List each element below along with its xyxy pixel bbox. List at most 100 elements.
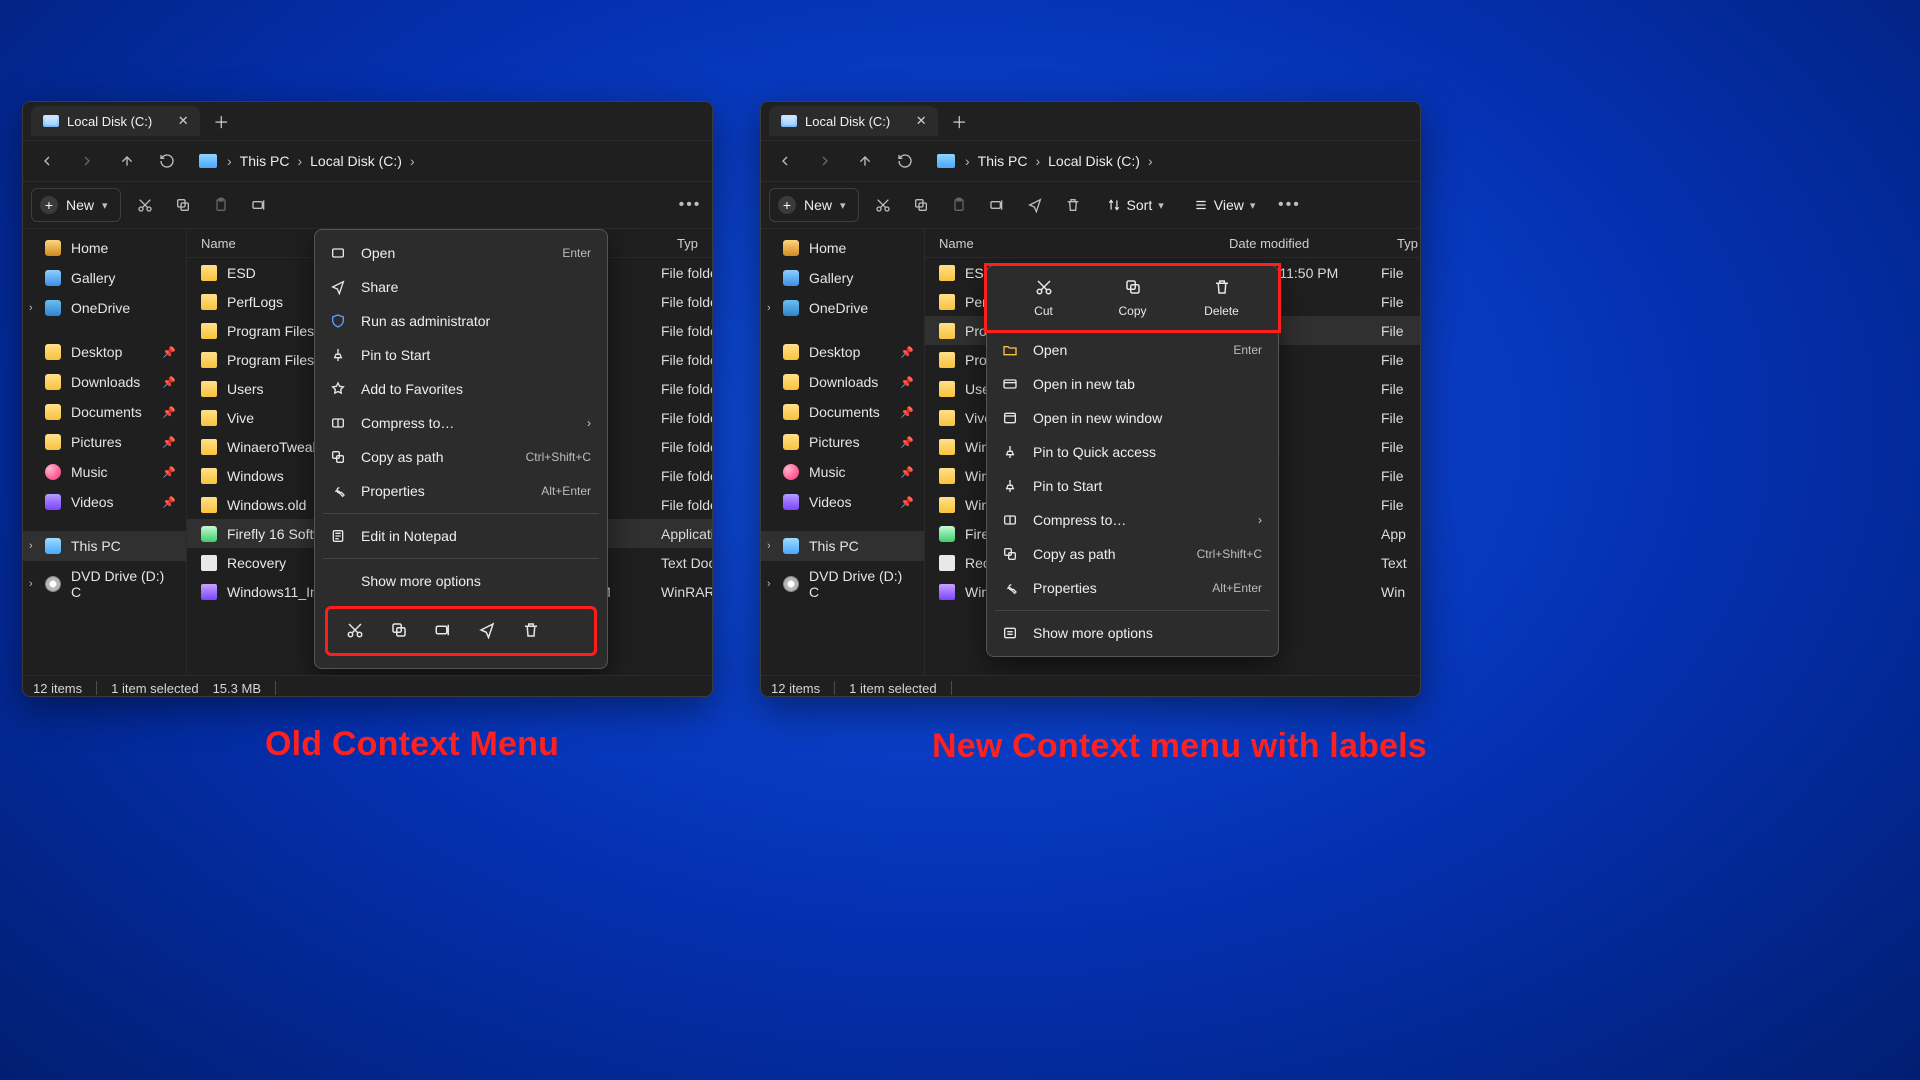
sidebar-item-desktop[interactable]: Desktop📌	[23, 337, 186, 367]
menu-add-favorites[interactable]: Add to Favorites	[315, 372, 607, 406]
refresh-button[interactable]	[153, 147, 181, 175]
sidebar-item-desktop[interactable]: Desktop📌	[761, 337, 924, 367]
up-button[interactable]	[113, 147, 141, 175]
menu-open-tab[interactable]: Open in new tab	[987, 367, 1278, 401]
delete-icon[interactable]	[520, 619, 542, 641]
sidebar-item-videos[interactable]: Videos📌	[23, 487, 186, 517]
refresh-button[interactable]	[891, 147, 919, 175]
menu-properties[interactable]: PropertiesAlt+Enter	[315, 474, 607, 508]
menu-pin-start[interactable]: Pin to Start	[315, 338, 607, 372]
sidebar-item-pictures[interactable]: Pictures📌	[761, 427, 924, 457]
paste-icon[interactable]	[207, 191, 235, 219]
menu-compress[interactable]: Compress to…›	[315, 406, 607, 440]
back-button[interactable]	[33, 147, 61, 175]
cut-icon[interactable]	[869, 191, 897, 219]
col-name[interactable]: Name	[925, 236, 1225, 251]
col-type[interactable]: Typ	[1393, 236, 1420, 251]
menu-pin-start[interactable]: Pin to Start	[987, 469, 1278, 503]
sidebar-item-videos[interactable]: Videos📌	[761, 487, 924, 517]
new-button[interactable]: + New ▾	[769, 188, 859, 222]
menu-compress[interactable]: Compress to…›	[987, 503, 1278, 537]
chevron-right-icon[interactable]: ›	[767, 578, 771, 590]
chevron-down-icon: ▾	[102, 199, 108, 212]
action-copy[interactable]: Copy	[1103, 276, 1163, 318]
menu-copy-path[interactable]: Copy as pathCtrl+Shift+C	[987, 537, 1278, 571]
breadcrumb-this-pc[interactable]: This PC	[240, 153, 290, 169]
tab-new-button[interactable]: ＋	[944, 106, 974, 136]
status-items: 12 items	[771, 681, 820, 696]
col-type[interactable]: Typ	[673, 236, 712, 251]
copy-icon[interactable]	[907, 191, 935, 219]
address-bar[interactable]: › This PC › Local Disk (C:) ›	[199, 153, 419, 169]
forward-button[interactable]	[73, 147, 101, 175]
rename-icon[interactable]	[983, 191, 1011, 219]
sidebar-item-this-pc[interactable]: ›This PC	[23, 531, 186, 561]
chevron-right-icon[interactable]: ›	[29, 302, 33, 314]
menu-open[interactable]: OpenEnter	[987, 333, 1278, 367]
menu-pin-quick[interactable]: Pin to Quick access	[987, 435, 1278, 469]
col-date[interactable]: Date modified	[1225, 236, 1393, 251]
breadcrumb-local-disk[interactable]: Local Disk (C:)	[1048, 153, 1140, 169]
sidebar-item-dvd[interactable]: ›DVD Drive (D:) C	[23, 561, 186, 607]
cut-icon[interactable]	[344, 619, 366, 641]
paste-icon[interactable]	[945, 191, 973, 219]
chevron-right-icon[interactable]: ›	[29, 540, 33, 552]
sidebar-item-music[interactable]: Music📌	[23, 457, 186, 487]
menu-properties[interactable]: PropertiesAlt+Enter	[987, 571, 1278, 605]
sidebar-item-this-pc[interactable]: ›This PC	[761, 531, 924, 561]
back-button[interactable]	[771, 147, 799, 175]
chevron-right-icon[interactable]: ›	[767, 302, 771, 314]
menu-show-more[interactable]: Show more options	[315, 564, 607, 598]
chevron-right-icon: ›	[223, 153, 236, 169]
view-button[interactable]: View▾	[1184, 189, 1266, 221]
copy-icon[interactable]	[169, 191, 197, 219]
up-button[interactable]	[851, 147, 879, 175]
menu-edit-notepad[interactable]: Edit in Notepad	[315, 519, 607, 553]
new-button[interactable]: + New ▾	[31, 188, 121, 222]
sidebar-item-onedrive[interactable]: ›OneDrive	[23, 293, 186, 323]
rename-icon[interactable]	[432, 619, 454, 641]
copy-icon[interactable]	[388, 619, 410, 641]
sidebar-item-home[interactable]: Home	[23, 233, 186, 263]
tab-new-button[interactable]: ＋	[206, 106, 236, 136]
tab-active[interactable]: Local Disk (C:) ✕	[31, 106, 200, 136]
menu-copy-path[interactable]: Copy as pathCtrl+Shift+C	[315, 440, 607, 474]
more-icon[interactable]: •••	[676, 191, 704, 219]
cut-icon[interactable]	[131, 191, 159, 219]
tab-close-icon[interactable]: ✕	[912, 112, 930, 130]
chevron-right-icon[interactable]: ›	[29, 578, 33, 590]
sidebar-item-music[interactable]: Music📌	[761, 457, 924, 487]
sidebar-item-documents[interactable]: Documents📌	[23, 397, 186, 427]
tab-active[interactable]: Local Disk (C:) ✕	[769, 106, 938, 136]
share-icon[interactable]	[476, 619, 498, 641]
sidebar-item-dvd[interactable]: ›DVD Drive (D:) C	[761, 561, 924, 607]
action-delete[interactable]: Delete	[1192, 276, 1252, 318]
breadcrumb-local-disk[interactable]: Local Disk (C:)	[310, 153, 402, 169]
tab-close-icon[interactable]: ✕	[174, 112, 192, 130]
chevron-right-icon[interactable]: ›	[767, 540, 771, 552]
sidebar-item-home[interactable]: Home	[761, 233, 924, 263]
address-bar[interactable]: › This PC › Local Disk (C:) ›	[937, 153, 1157, 169]
action-cut[interactable]: Cut	[1014, 276, 1074, 318]
menu-share[interactable]: Share	[315, 270, 607, 304]
sidebar-item-pictures[interactable]: Pictures📌	[23, 427, 186, 457]
sidebar-item-onedrive[interactable]: ›OneDrive	[761, 293, 924, 323]
sidebar-item-gallery[interactable]: Gallery	[761, 263, 924, 293]
sidebar-item-gallery[interactable]: Gallery	[23, 263, 186, 293]
sort-button[interactable]: Sort▾	[1097, 189, 1174, 221]
delete-icon[interactable]	[1059, 191, 1087, 219]
menu-run-admin[interactable]: Run as administrator	[315, 304, 607, 338]
breadcrumb-this-pc[interactable]: This PC	[978, 153, 1028, 169]
share-icon[interactable]	[1021, 191, 1049, 219]
status-bar: 12 items 1 item selected 15.3 MB	[23, 675, 712, 697]
menu-open-window[interactable]: Open in new window	[987, 401, 1278, 435]
more-icon[interactable]: •••	[1275, 191, 1303, 219]
menu-open[interactable]: OpenEnter	[315, 236, 607, 270]
sidebar-item-downloads[interactable]: Downloads📌	[23, 367, 186, 397]
sidebar-item-documents[interactable]: Documents📌	[761, 397, 924, 427]
sidebar-item-downloads[interactable]: Downloads📌	[761, 367, 924, 397]
rename-icon[interactable]	[245, 191, 273, 219]
chevron-down-icon: ▾	[840, 199, 846, 212]
forward-button[interactable]	[811, 147, 839, 175]
menu-show-more[interactable]: Show more options	[987, 616, 1278, 650]
